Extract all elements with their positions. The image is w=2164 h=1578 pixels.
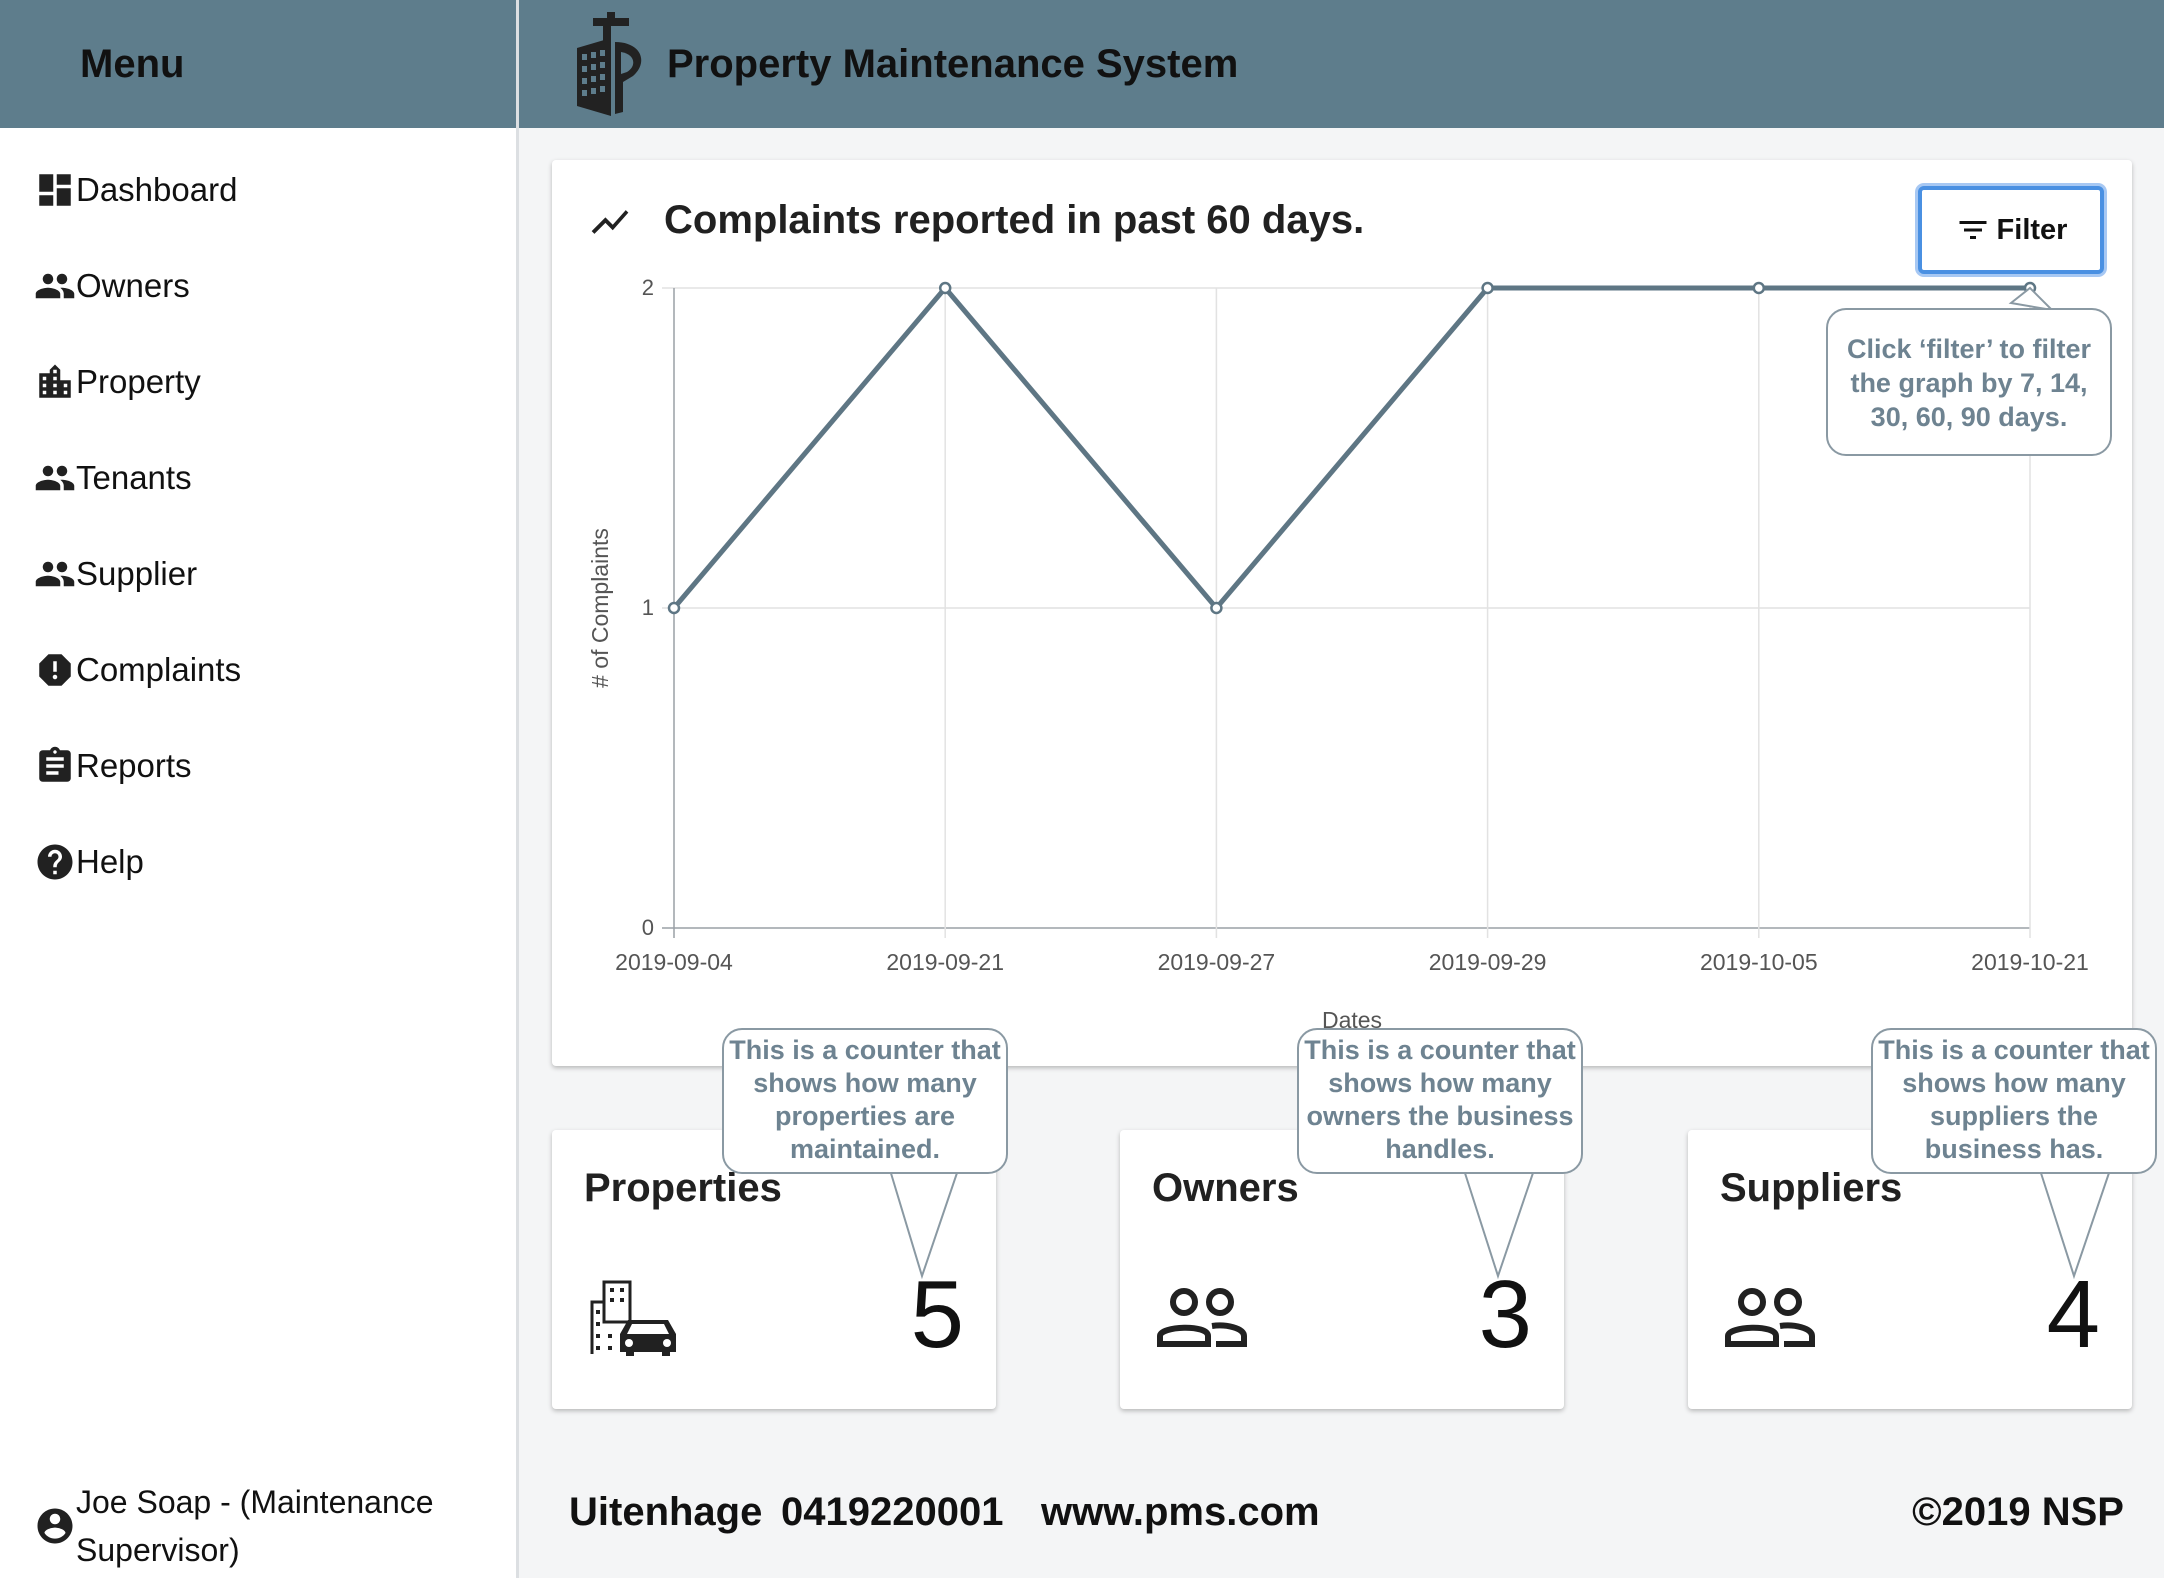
sidebar-item-label: Property [76,363,201,400]
filter-label: Filter [1996,213,2068,246]
sidebar-item-help[interactable]: Help [0,822,516,902]
people-outline-icon [1157,1288,1247,1347]
sidebar: Menu Dashboard Owners Property Tenants S… [0,0,519,1578]
sidebar-header: Menu [0,0,516,128]
data-point [1481,281,1494,295]
footer-copyright: ©2019 NSP [1912,1490,2124,1534]
x-tick-label: 2019-10-05 [1700,949,1818,975]
account-circle-icon [37,1508,73,1544]
suppliers-callout: This is a counter that shows how many su… [1871,1028,2157,1174]
sidebar-item-tenants[interactable]: Tenants [0,438,516,518]
footer-website[interactable]: www.pms.com [1041,1490,1320,1535]
people-outline-icon [1725,1288,1815,1347]
user-profile[interactable]: Joe Soap - (Maintenance Supervisor) [34,1478,476,1574]
top-bar: Property Maintenance System [519,0,2164,128]
x-tick-label: 2019-09-21 [886,949,1004,975]
x-tick-label: 2019-09-29 [1429,949,1547,975]
stat-title: Suppliers [1720,1166,1903,1210]
dashboard-icon [39,174,71,206]
sidebar-item-dashboard[interactable]: Dashboard [0,150,516,230]
filter-button[interactable]: Filter [1918,186,2104,274]
sidebar-item-complaints[interactable]: Complaints [0,630,516,710]
user-name: Joe Soap - (Maintenance Supervisor) [76,1484,434,1568]
sidebar-item-supplier[interactable]: Supplier [0,534,516,614]
filter-callout: Click ‘filter’ to filter the graph by 7,… [1826,308,2112,456]
sidebar-item-label: Dashboard [76,171,238,208]
data-point [1752,281,1766,295]
sidebar-item-property[interactable]: Property [0,342,516,422]
y-tick-label: 0 [642,915,654,940]
data-point [2023,281,2037,295]
owners-callout: This is a counter that shows how many ow… [1297,1028,1583,1174]
footer-phone: 0419220001 [781,1490,1004,1534]
x-tick-label: 2019-09-27 [1158,949,1276,975]
x-tick-label: 2019-10-21 [1971,949,2089,975]
callout-text: This is a counter that shows how many ow… [1304,1035,1576,1164]
y-tick-label: 2 [642,275,654,300]
stat-value: 3 [1478,1261,1532,1368]
people-icon [35,465,75,491]
callout-text: This is a counter that shows how many pr… [729,1035,1001,1164]
sidebar-item-label: Reports [76,747,192,784]
complaints-chart-card: Complaints reported in past 60 days. 012… [552,160,2132,1066]
building-car-icon [590,1280,676,1356]
data-point [667,601,681,615]
callout-text: Click ‘filter’ to filter the graph by 7,… [1846,334,2092,432]
footer: Uitenhage 0419220001 www.pms.com ©2019 N… [519,1450,2164,1578]
y-axis-label: # of Complaints [587,528,613,688]
building-tool-logo-icon [577,12,642,116]
stat-value: 4 [2046,1261,2100,1368]
sidebar-item-label: Owners [76,267,190,304]
sidebar-item-label: Help [76,843,144,880]
y-tick-label: 1 [642,595,654,620]
properties-callout: This is a counter that shows how many pr… [722,1028,1008,1174]
complaints-line-chart: 0 1 2 2019-09-04 2019-09-21 2019-09-27 2019-09… [587,275,2089,1033]
building-icon [39,364,71,398]
sidebar-item-label: Complaints [76,651,242,688]
clipboard-icon [39,746,71,782]
stat-value: 5 [910,1261,964,1368]
help-icon [37,844,73,880]
x-tick-label: 2019-09-04 [615,949,733,975]
sidebar-item-label: Supplier [76,555,198,592]
data-point [938,281,952,295]
sidebar-item-label: Tenants [76,459,192,496]
alert-icon [39,654,71,686]
app-title: Property Maintenance System [667,41,1239,86]
filter-icon [1959,221,1987,239]
callout-text: This is a counter that shows how many su… [1878,1035,2150,1164]
people-icon [35,273,75,299]
people-icon [35,561,75,587]
stat-title: Owners [1152,1166,1299,1210]
footer-city: Uitenhage [569,1490,763,1534]
sidebar-item-reports[interactable]: Reports [0,726,516,806]
menu-title: Menu [80,41,185,86]
data-point [1210,601,1223,615]
sidebar-item-owners[interactable]: Owners [0,246,516,326]
